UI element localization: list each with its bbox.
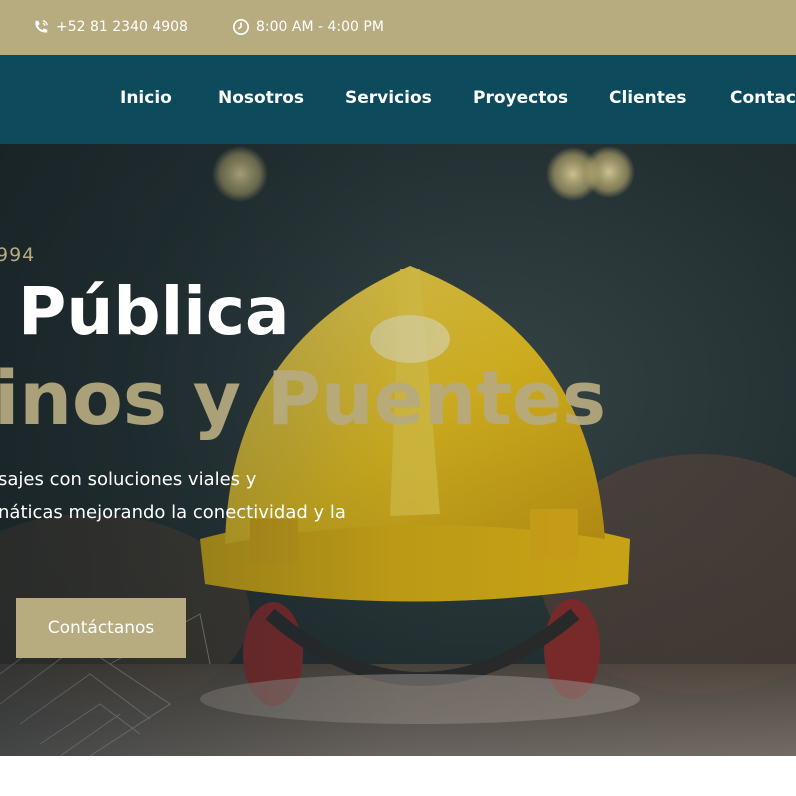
nav-item-servicios[interactable]: Servicios	[345, 88, 432, 108]
contact-cta-button[interactable]: Contáctanos	[16, 598, 186, 658]
nav-item-nosotros[interactable]: Nosotros	[218, 88, 304, 108]
hero-overlay	[0, 144, 796, 756]
nav-item-inicio[interactable]: Inicio	[120, 88, 172, 108]
hours-text: 8:00 AM - 4:00 PM	[256, 19, 384, 35]
hero-section: 994 Pública inos y Puentes sajes con sol…	[0, 144, 796, 756]
nav-item-proyectos[interactable]: Proyectos	[473, 88, 568, 108]
hero-description-line1: sajes con soluciones viales y	[0, 469, 257, 490]
top-bar: +52 81 2340 4908 8:00 AM - 4:00 PM	[0, 0, 796, 55]
hero-title-line2: inos y Puentes	[0, 356, 607, 442]
business-hours: 8:00 AM - 4:00 PM	[232, 18, 384, 36]
main-navigation: Inicio Nosotros Servicios Proyectos Clie…	[0, 55, 796, 144]
nav-item-contacto[interactable]: Contacto	[730, 88, 796, 108]
nav-item-clientes[interactable]: Clientes	[609, 88, 687, 108]
phone-icon	[35, 20, 48, 33]
phone-contact[interactable]: +52 81 2340 4908	[32, 18, 188, 36]
phone-number: +52 81 2340 4908	[56, 19, 188, 35]
hero-eyebrow: 994	[0, 244, 36, 266]
hero-description-line2: náticas mejorando la conectividad y la	[0, 502, 346, 523]
clock-icon	[232, 18, 250, 36]
hero-title-line1: Pública	[18, 273, 290, 350]
